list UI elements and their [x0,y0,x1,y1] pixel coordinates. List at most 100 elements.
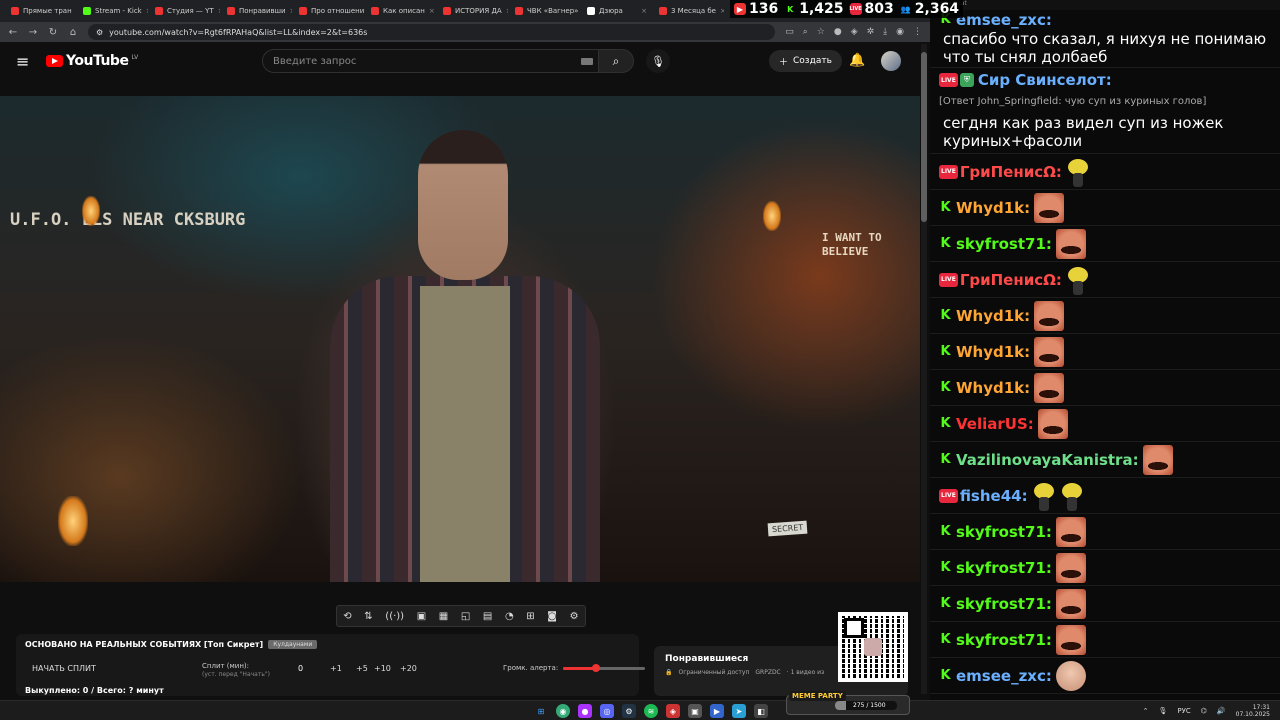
puzzle-icon[interactable]: ✲ [867,27,875,37]
split-minutes-value[interactable]: 0 [298,664,303,673]
emote-face-icon [1034,372,1065,403]
media-player-icon[interactable]: ▶ [710,704,724,718]
bookmark-star-icon[interactable]: ☆ [817,27,825,37]
address-bar[interactable]: ⚙ youtube.com/watch?v=Rgt6fRPAHaQ&list=L… [88,24,776,40]
app-icon-2[interactable]: ▣ [688,704,702,718]
keyboard-icon[interactable] [581,57,593,65]
chat-nickname[interactable]: Whyd1k: [956,343,1030,361]
start-split-button[interactable]: НАЧАТЬ СПЛИТ [32,664,96,673]
chat-nickname[interactable]: Сир Свинселот: [978,71,1112,89]
chat-nickname[interactable]: Whyd1k: [956,199,1030,217]
screenshot-icon[interactable]: ▣ [417,611,426,622]
chat-nickname[interactable]: skyfrost71: [956,559,1052,577]
loop-icon[interactable]: ⟲ [343,611,351,622]
account-avatar[interactable] [881,51,901,71]
cast-icon[interactable]: ▭ [785,27,794,37]
chat-nickname[interactable]: ГриПенисΩ: [960,271,1062,289]
download-icon[interactable]: ⤓ [883,27,887,37]
settings-gear-icon[interactable]: ⚙ [570,611,579,622]
menu-dots-icon[interactable]: ⋮ [913,27,922,37]
reload-icon[interactable]: ↻ [48,27,58,38]
youtube-logo[interactable]: YouTube LV [46,53,138,69]
scrollbar-thumb[interactable] [921,52,927,222]
page-scrollbar[interactable] [921,44,927,694]
app-icon[interactable]: ◈ [666,704,680,718]
telegram-icon[interactable]: ➤ [732,704,746,718]
spotify-icon[interactable]: ≋ [644,704,658,718]
chat-nickname[interactable]: Whyd1k: [956,307,1030,325]
browser-tab[interactable]: ИСТОРИЯ ДА × [438,2,508,20]
search-button[interactable]: ⌕ [598,49,634,73]
network-icon[interactable]: ⌬ [1201,707,1207,715]
discord-icon[interactable]: ◎ [600,704,614,718]
tab-close-icon[interactable]: × [641,7,647,15]
tab-close-icon[interactable]: × [290,7,292,15]
sort-arrows-icon[interactable]: ⇅ [364,611,372,622]
forward-icon[interactable]: → [28,27,38,38]
back-icon[interactable]: ← [8,27,18,38]
chrome-icon[interactable]: ◉ [556,704,570,718]
windows-start-icon[interactable]: ⊞ [534,704,548,718]
audio-waves-icon[interactable]: ((·)) [385,611,404,622]
camera-icon[interactable]: ◙ [547,611,557,622]
site-info-icon[interactable]: ⚙ [96,28,103,37]
chat-nickname[interactable]: emsee_zxc: [956,11,1052,29]
volume-icon[interactable]: 🔊 [1217,707,1226,715]
chat-nickname[interactable]: emsee_zxc: [956,667,1052,685]
app-icon-3[interactable]: ◧ [754,704,768,718]
chat-nickname[interactable]: skyfrost71: [956,235,1052,253]
browser-tab[interactable]: ЧВК «Вагнер»× [510,2,580,20]
tab-close-icon[interactable]: × [218,7,220,15]
language-indicator[interactable]: РУС [1177,707,1190,715]
chat-nickname[interactable]: skyfrost71: [956,631,1052,649]
hamburger-menu-icon[interactable]: ≡ [16,52,40,71]
home-icon[interactable]: ⌂ [68,27,78,38]
chat-nickname[interactable]: skyfrost71: [956,523,1052,541]
playlist-count: · 1 видео из [786,669,825,676]
speed-gauge-icon[interactable]: ◔ [505,611,514,622]
alert-volume-slider[interactable] [563,664,645,672]
playlist-owner[interactable]: GRPZDC [755,669,780,676]
chat-nickname[interactable]: Whyd1k: [956,379,1030,397]
steam-icon[interactable]: ⚙ [622,704,636,718]
split-plus-20-button[interactable]: +20 [400,664,417,673]
browser-tab[interactable]: Stream - Kick × [78,2,148,20]
add-frame-icon[interactable]: ⊞ [526,611,534,622]
chat-nickname[interactable]: skyfrost71: [956,595,1052,613]
search-input[interactable]: Введите запрос [262,49,602,73]
chat-nickname[interactable]: ГриПенисΩ: [960,163,1062,181]
tab-close-icon[interactable]: × [429,7,435,15]
browser-tab[interactable]: Про отношения× [294,2,364,20]
zoom-icon[interactable]: ⌕ [803,27,808,37]
browser-tab[interactable]: Как описан × [366,2,436,20]
create-button[interactable]: ＋ Создать [769,50,842,72]
clock[interactable]: 17:31 07.10.2025 [1236,704,1270,718]
chat-nickname[interactable]: VeliarUS: [956,415,1034,433]
browser-tab[interactable]: Понравивши × [222,2,292,20]
video-player[interactable]: U.F.O. LLS NEAR CKSBURG I WANT TO BELIEV… [0,96,920,582]
split-plus-5-button[interactable]: +5 [356,664,368,673]
obs-icon[interactable]: ● [578,704,592,718]
voice-search-button[interactable]: 🎙 [646,49,670,73]
extension-icon[interactable]: ● [834,27,842,37]
split-plus-10-button[interactable]: +10 [374,664,391,673]
split-plus-1-button[interactable]: +1 [330,664,342,673]
microphone-tray-icon[interactable]: 🎙 [1159,707,1168,715]
tab-close-icon[interactable]: × [146,7,148,15]
profile-icon[interactable]: ◉ [896,27,904,37]
tab-close-icon[interactable]: × [720,7,724,15]
browser-tab[interactable]: Прямые тран× [6,2,76,20]
extension-icon-2[interactable]: ◈ [851,27,858,37]
tab-close-icon[interactable]: × [506,7,508,15]
browser-tab[interactable]: Студия — YT × [150,2,220,20]
tray-chevron-icon[interactable]: ⌃ [1143,707,1149,715]
browser-tab[interactable]: 3 Месяца бе × [654,2,724,20]
picture-in-picture-icon[interactable]: ◱ [461,611,470,622]
theater-mode-icon[interactable]: ▤ [483,611,492,622]
notifications-bell-icon[interactable]: 🔔 [849,53,865,68]
film-strip-icon[interactable]: ▦ [439,611,448,622]
browser-tab[interactable]: Дзюра × [582,2,652,20]
chat-nickname[interactable]: fishe44: [960,487,1028,505]
chat-nickname[interactable]: VazilinovayaKanistra: [956,451,1139,469]
alert-volume-knob[interactable] [591,664,600,672]
